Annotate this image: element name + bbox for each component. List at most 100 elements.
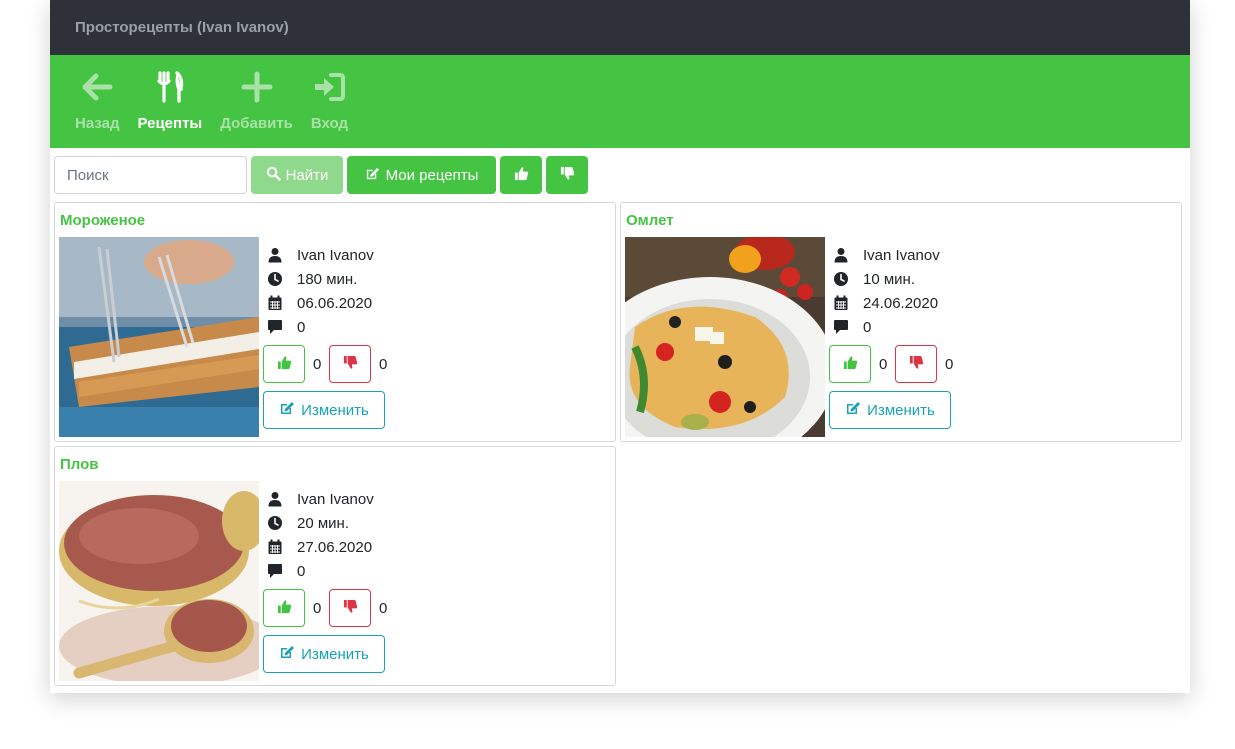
time-row: 180 мин. — [267, 267, 374, 291]
time-row: 10 мин. — [833, 267, 940, 291]
recipe-comments: 0 — [297, 562, 306, 580]
comment-icon — [267, 563, 283, 579]
vote-group: 0 0 — [263, 345, 395, 383]
nav-recipes[interactable]: Рецепты — [137, 70, 202, 132]
comments-row: 0 — [267, 315, 374, 339]
nav-recipes-label: Рецепты — [137, 115, 203, 132]
recipe-author: Ivan Ivanov — [297, 490, 374, 508]
filter-disliked-button[interactable] — [546, 156, 588, 194]
edit-recipe-button[interactable]: Изменить — [829, 391, 951, 429]
edit-icon — [845, 400, 867, 420]
recipe-time: 10 мин. — [863, 270, 915, 288]
edit-icon — [365, 166, 386, 185]
recipe-meta: Ivan Ivanov 10 мин. 24.06.2020 0 — [833, 243, 940, 339]
author-row: Ivan Ivanov — [833, 243, 940, 267]
like-count: 0 — [313, 355, 322, 373]
calendar-icon — [267, 539, 283, 555]
user-icon — [833, 247, 849, 263]
user-icon — [267, 491, 283, 507]
thumbs-down-icon — [343, 599, 358, 617]
recipe-title[interactable]: Омлет — [626, 212, 674, 229]
calendar-icon — [267, 295, 283, 311]
edit-recipe-button[interactable]: Изменить — [263, 391, 385, 429]
edit-recipe-button[interactable]: Изменить — [263, 635, 385, 673]
nav-add[interactable]: Добавить — [220, 70, 293, 132]
author-row: Ivan Ivanov — [267, 487, 374, 511]
dislike-count: 0 — [379, 599, 388, 617]
my-recipes-button[interactable]: Мои рецепты — [347, 156, 496, 194]
nav-login[interactable]: Вход — [311, 70, 348, 132]
edit-recipe-label: Изменить — [867, 401, 935, 419]
dislike-button[interactable] — [895, 345, 937, 383]
recipe-time: 20 мин. — [297, 514, 349, 532]
comments-row: 0 — [833, 315, 940, 339]
recipe-photo[interactable] — [59, 237, 259, 437]
app-title[interactable]: Просторецепты (Ivan Ivanov) — [75, 19, 289, 36]
search-input[interactable] — [54, 156, 247, 194]
recipe-author: Ivan Ivanov — [297, 246, 374, 264]
recipe-comments: 0 — [297, 318, 306, 336]
like-button[interactable] — [263, 345, 305, 383]
recipe-time: 180 мин. — [297, 270, 358, 288]
thumbs-up-icon — [843, 355, 858, 373]
recipe-card: Омлет Ivan Ivanov 10 мин. 24.06.2020 0 0… — [620, 202, 1182, 442]
calendar-icon — [833, 295, 849, 311]
vote-group: 0 0 — [829, 345, 961, 383]
nav-login-label: Вход — [310, 115, 348, 132]
main-nav: Назад Рецепты Добавить Вход — [50, 55, 1190, 148]
like-count: 0 — [313, 599, 322, 617]
recipe-photo[interactable] — [59, 481, 259, 681]
like-button[interactable] — [263, 589, 305, 627]
thumbs-up-icon — [277, 355, 292, 373]
find-button[interactable]: Найти — [251, 156, 343, 194]
nav-add-label: Добавить — [220, 115, 293, 132]
like-button[interactable] — [829, 345, 871, 383]
my-recipes-label: Мои рецепты — [385, 166, 479, 184]
edit-icon — [279, 400, 301, 420]
recipe-date: 06.06.2020 — [297, 294, 373, 312]
date-row: 27.06.2020 — [267, 535, 374, 559]
clock-icon — [267, 515, 283, 531]
user-icon — [267, 247, 283, 263]
comments-row: 0 — [267, 559, 374, 583]
nav-back-label: Назад — [75, 115, 120, 132]
comment-icon — [833, 319, 849, 335]
find-button-label: Найти — [285, 166, 329, 184]
app-window: Просторецепты (Ivan Ivanov) Назад Рецепт… — [50, 0, 1190, 693]
utensils-icon — [153, 70, 187, 109]
recipe-date: 27.06.2020 — [297, 538, 373, 556]
recipe-date: 24.06.2020 — [863, 294, 939, 312]
plus-icon — [240, 70, 274, 109]
recipe-author: Ivan Ivanov — [863, 246, 940, 264]
search-toolbar: Найти Мои рецепты — [54, 156, 588, 194]
edit-recipe-label: Изменить — [301, 645, 369, 663]
filter-liked-button[interactable] — [500, 156, 542, 194]
recipe-meta: Ivan Ivanov 180 мин. 06.06.2020 0 — [267, 243, 374, 339]
recipe-card: Плов Ivan Ivanov 20 мин. 27.06.2020 0 0 … — [54, 446, 616, 686]
author-row: Ivan Ivanov — [267, 243, 374, 267]
search-icon — [266, 166, 286, 185]
clock-icon — [833, 271, 849, 287]
recipe-card: Мороженое Ivan Ivanov 180 мин. 06.06.202… — [54, 202, 616, 442]
top-bar: Просторецепты (Ivan Ivanov) — [50, 0, 1190, 55]
dislike-count: 0 — [945, 355, 954, 373]
comment-icon — [267, 319, 283, 335]
thumbs-up-icon — [277, 599, 292, 617]
thumbs-down-icon — [560, 166, 575, 185]
recipe-comments: 0 — [863, 318, 872, 336]
dislike-button[interactable] — [329, 345, 371, 383]
edit-icon — [279, 644, 301, 664]
thumbs-up-icon — [514, 166, 529, 185]
sign-in-icon — [312, 70, 346, 109]
recipe-title[interactable]: Мороженое — [60, 212, 145, 229]
dislike-button[interactable] — [329, 589, 371, 627]
like-count: 0 — [879, 355, 888, 373]
arrow-left-icon — [80, 70, 114, 109]
recipe-photo[interactable] — [625, 237, 825, 437]
recipe-title[interactable]: Плов — [60, 456, 99, 473]
nav-back[interactable]: Назад — [75, 70, 119, 132]
time-row: 20 мин. — [267, 511, 374, 535]
date-row: 24.06.2020 — [833, 291, 940, 315]
thumbs-down-icon — [343, 355, 358, 373]
clock-icon — [267, 271, 283, 287]
